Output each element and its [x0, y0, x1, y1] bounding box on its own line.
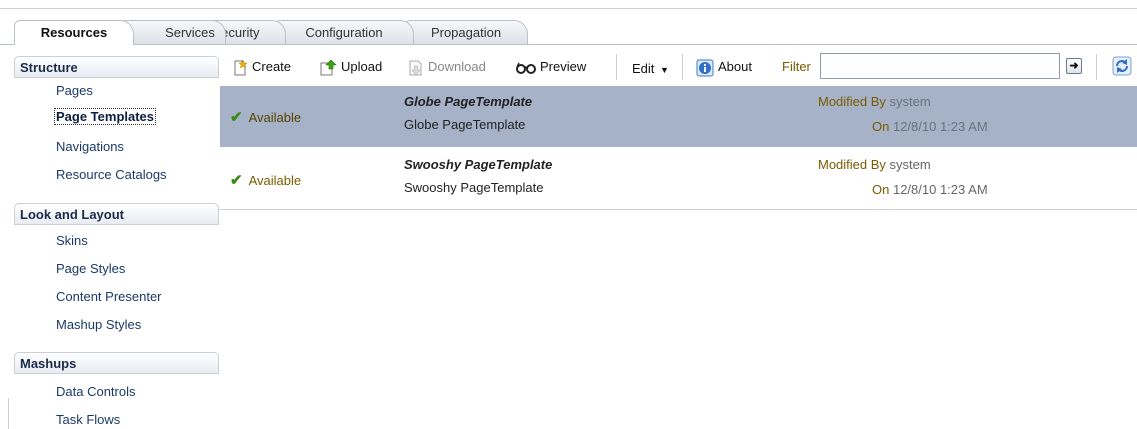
template-description: Globe PageTemplate: [404, 117, 526, 132]
download-label: Download: [428, 59, 486, 74]
chevron-down-icon: ▼: [660, 65, 669, 75]
checkmark-icon: ✔: [230, 172, 243, 189]
section-mashups: Mashups: [14, 352, 219, 374]
download-button[interactable]: Download: [408, 58, 486, 76]
status-available: ✔ Available: [230, 171, 301, 189]
download-icon: [409, 60, 422, 76]
modified-on: On 12/8/10 1:23 AM: [872, 119, 988, 134]
section-look-and-layout: Look and Layout: [14, 203, 219, 225]
main-tab-bar: Propagation Configuration Security Servi…: [14, 20, 1137, 45]
modified-on: On 12/8/10 1:23 AM: [872, 182, 988, 197]
tab-resources[interactable]: Resources: [14, 20, 134, 45]
status-available: ✔ Available: [230, 108, 301, 126]
sidebar-item-navigations[interactable]: Navigations: [56, 139, 124, 154]
refresh-icon[interactable]: [1112, 56, 1132, 76]
sidebar-item-resource-catalogs[interactable]: Resource Catalogs: [56, 167, 167, 182]
filter-label: Filter: [782, 59, 811, 74]
section-header-mashups: Mashups: [14, 352, 219, 374]
sidebar-item-data-controls[interactable]: Data Controls: [56, 384, 135, 399]
list-item[interactable]: ✔ Available Globe PageTemplate Globe Page…: [220, 86, 1137, 147]
modified-by-user: system: [889, 94, 931, 109]
create-icon: [234, 59, 248, 76]
upload-label: Upload: [341, 59, 383, 74]
sidebar-item-page-styles[interactable]: Page Styles: [56, 261, 125, 276]
about-label: About: [718, 59, 752, 74]
go-arrow-icon: ➜: [1069, 60, 1079, 72]
modified-by: Modified By system: [818, 157, 931, 172]
modified-on-label: On: [872, 182, 890, 197]
about-button[interactable]: About: [696, 58, 752, 77]
tab-configuration-label: Configuration: [305, 25, 383, 40]
status-label: Available: [248, 173, 302, 188]
modified-date: 12/8/10 1:23 AM: [892, 119, 988, 134]
upload-button[interactable]: Upload: [319, 58, 382, 76]
filter-go-button[interactable]: ➜: [1066, 58, 1082, 74]
create-label: Create: [252, 59, 292, 74]
section-structure: Structure: [14, 56, 219, 78]
sidebar-item-page-templates[interactable]: Page Templates: [54, 108, 157, 125]
preview-glasses-icon: [516, 62, 536, 74]
sidebar-item-task-flows[interactable]: Task Flows: [56, 412, 120, 427]
list-item[interactable]: ✔ Available Swooshy PageTemplate Swooshy …: [220, 149, 1137, 210]
top-divider: [0, 8, 1137, 9]
section-header-look-and-layout: Look and Layout: [14, 203, 219, 225]
preview-button[interactable]: Preview: [516, 58, 586, 76]
toolbar-separator: [616, 54, 617, 80]
toolbar-separator: [1096, 54, 1097, 80]
modified-by-label: Modified By: [818, 157, 886, 172]
modified-by-user: system: [889, 157, 931, 172]
sidebar-edge: [8, 398, 9, 429]
filter-input[interactable]: [820, 53, 1060, 79]
create-button[interactable]: Create: [232, 58, 291, 76]
preview-label: Preview: [540, 59, 587, 74]
sidebar-item-skins[interactable]: Skins: [56, 233, 88, 248]
template-description: Swooshy PageTemplate: [404, 180, 544, 195]
upload-icon: [320, 59, 337, 76]
modified-on-label: On: [872, 119, 890, 134]
toolbar: Create Upload Download Preview Edit ▼ Ab…: [220, 50, 1137, 84]
tab-propagation-label: Propagation: [430, 25, 502, 40]
checkmark-icon: ✔: [230, 109, 243, 126]
tab-underline: [0, 44, 1137, 45]
sidebar-item-pages[interactable]: Pages: [56, 83, 93, 98]
tab-resources-label: Resources: [40, 25, 108, 40]
tab-propagation[interactable]: Propagation: [404, 20, 528, 44]
template-title[interactable]: Globe PageTemplate: [404, 94, 532, 109]
template-title[interactable]: Swooshy PageTemplate: [404, 157, 552, 172]
about-icon: [696, 59, 714, 77]
sidebar-item-content-presenter[interactable]: Content Presenter: [56, 289, 162, 304]
sidebar-item-mashup-styles[interactable]: Mashup Styles: [56, 317, 141, 332]
modified-date: 12/8/10 1:23 AM: [892, 182, 988, 197]
edit-label: Edit: [632, 61, 655, 76]
tab-services-label: Services: [165, 25, 215, 40]
section-header-structure: Structure: [14, 56, 219, 78]
modified-by: Modified By system: [818, 94, 931, 109]
status-label: Available: [248, 110, 302, 125]
tab-configuration[interactable]: Configuration: [274, 20, 414, 44]
edit-menu-button[interactable]: Edit ▼: [632, 60, 669, 78]
modified-by-label: Modified By: [818, 94, 886, 109]
toolbar-separator: [682, 54, 683, 80]
